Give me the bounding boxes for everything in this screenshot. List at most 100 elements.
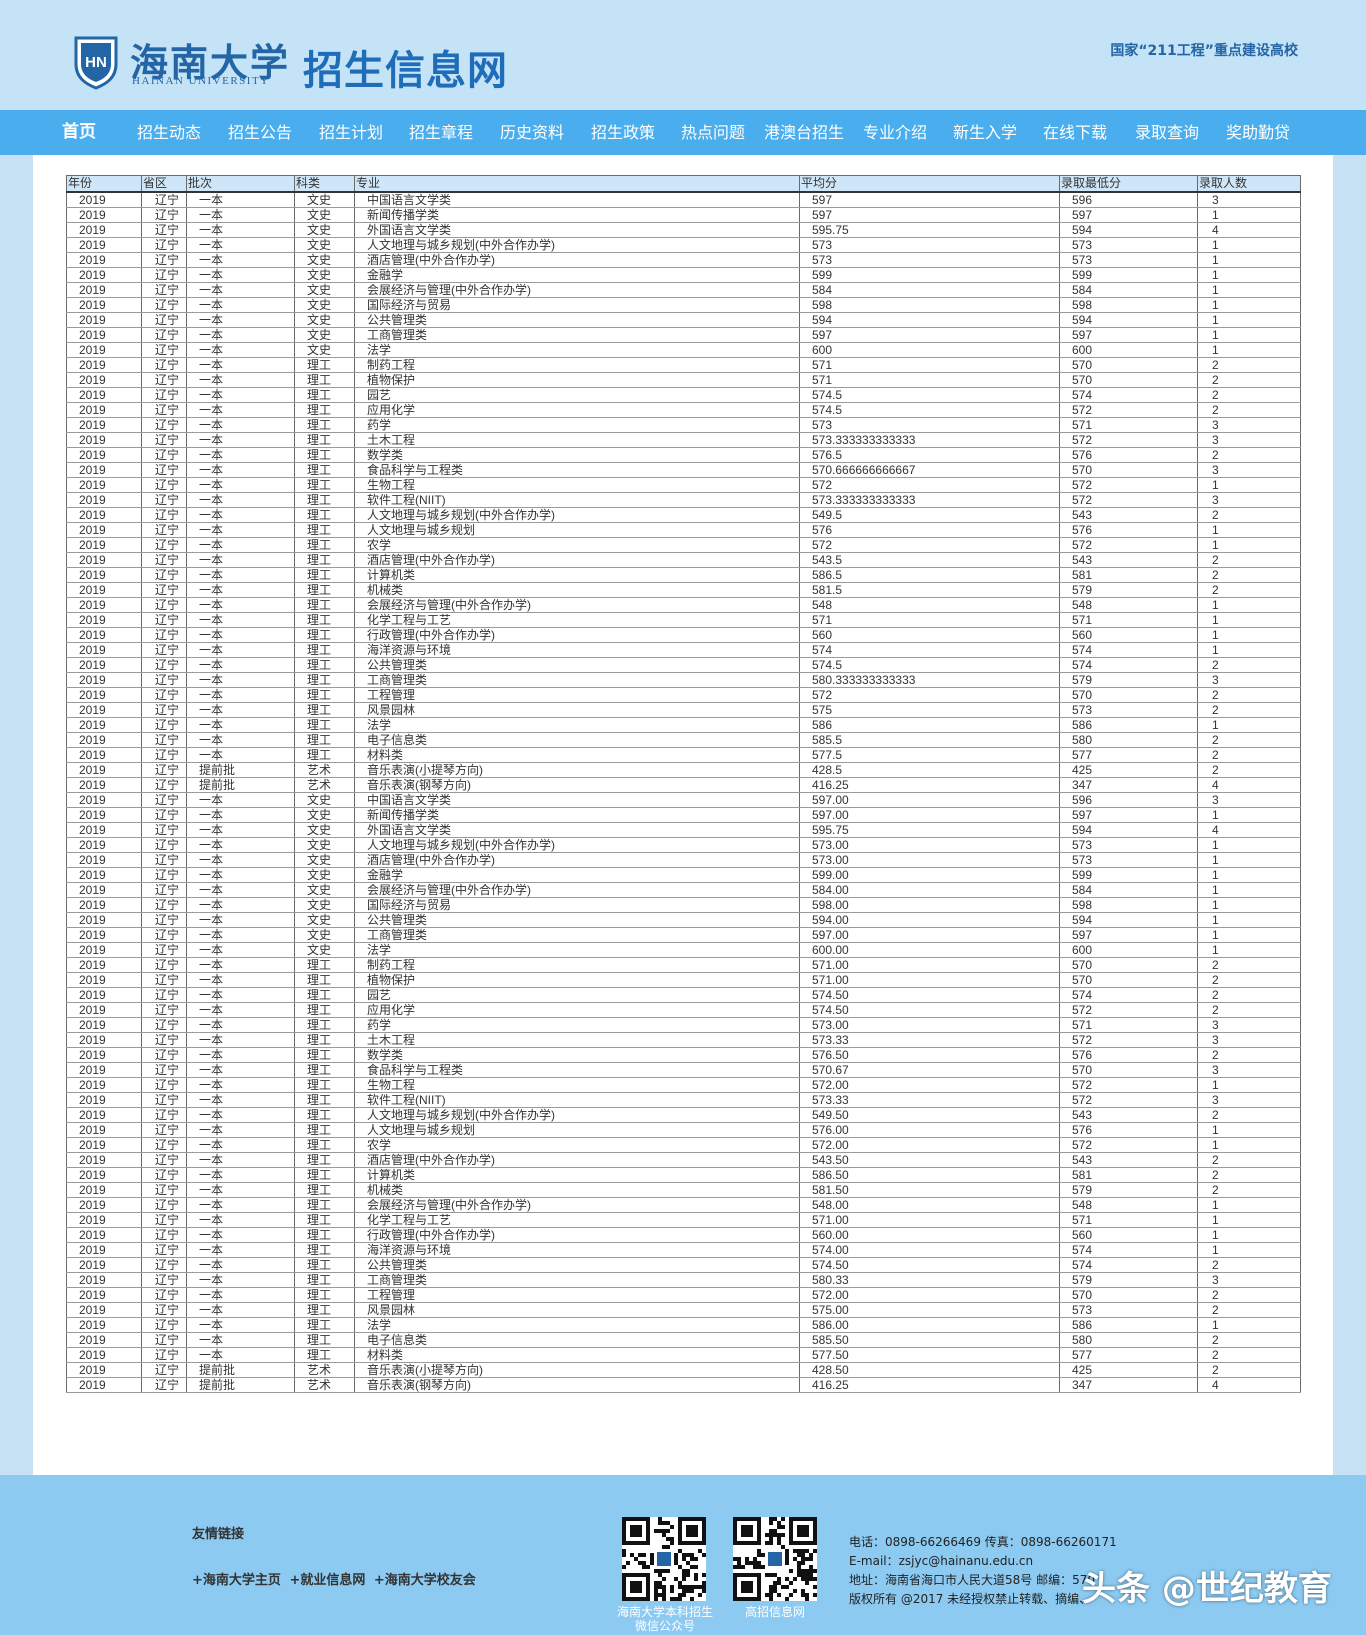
cell-average-score: 574.00 — [799, 1242, 1060, 1258]
cell-major: 人文地理与城乡规划 — [354, 522, 800, 538]
cell-batch: 一本 — [186, 432, 295, 448]
col-header-min-score[interactable]: 录取最低分 — [1059, 175, 1198, 193]
link-employment-info[interactable]: +就业信息网 — [289, 1573, 365, 1588]
cell-average-score: 572.00 — [799, 1137, 1060, 1153]
cell-batch: 一本 — [186, 1257, 295, 1273]
col-header-major[interactable]: 专业 — [354, 175, 800, 193]
nav-admission-plan[interactable]: 招生计划 — [319, 110, 383, 155]
cell-year: 2019 — [66, 402, 142, 418]
university-emblem-icon[interactable]: HN — [72, 34, 120, 90]
cell-year: 2019 — [66, 1287, 142, 1303]
col-header-year[interactable]: 年份 — [66, 175, 142, 193]
cell-category: 理工 — [294, 1347, 355, 1363]
table-row: 2019 辽宁 一本 理工 公共管理类 574.50 574 2 — [66, 1257, 1301, 1273]
nav-home[interactable]: 首页 — [62, 110, 96, 155]
cell-batch: 一本 — [186, 672, 295, 688]
cell-admitted-count: 3 — [1197, 1062, 1301, 1078]
cell-average-score: 597 — [799, 207, 1060, 223]
nav-financial-aid[interactable]: 奖助勤贷 — [1226, 110, 1290, 155]
nav-freshmen[interactable]: 新生入学 — [953, 110, 1017, 155]
contact-info: 电话：0898-66266469 传真：0898-66260171 E-mail… — [849, 1533, 1117, 1609]
cell-year: 2019 — [66, 852, 142, 868]
col-header-batch[interactable]: 批次 — [186, 175, 295, 193]
col-header-province[interactable]: 省区 — [141, 175, 187, 193]
cell-average-score: 586.5 — [799, 567, 1060, 583]
cell-batch: 一本 — [186, 627, 295, 643]
cell-average-score: 576.50 — [799, 1047, 1060, 1063]
cell-category: 理工 — [294, 1152, 355, 1168]
cell-province: 辽宁 — [141, 1242, 187, 1258]
cell-year: 2019 — [66, 747, 142, 763]
cell-batch: 一本 — [186, 1062, 295, 1078]
cell-major: 音乐表演(小提琴方向) — [354, 762, 800, 778]
cell-admitted-count: 2 — [1197, 762, 1301, 778]
cell-category: 文史 — [294, 927, 355, 943]
table-row: 2019 辽宁 一本 文史 金融学 599 599 1 — [66, 267, 1301, 283]
cell-major: 酒店管理(中外合作办学) — [354, 552, 800, 568]
nav-downloads[interactable]: 在线下载 — [1043, 110, 1107, 155]
cell-average-score: 574.50 — [799, 987, 1060, 1003]
col-header-category[interactable]: 科类 — [294, 175, 355, 193]
cell-major: 会展经济与管理(中外合作办学) — [354, 882, 800, 898]
cell-category: 理工 — [294, 657, 355, 673]
cell-average-score: 586.50 — [799, 1167, 1060, 1183]
cell-min-score: 572 — [1059, 1137, 1198, 1153]
table-row: 2019 辽宁 一本 文史 法学 600.00 600 1 — [66, 942, 1301, 958]
nav-admission-news[interactable]: 招生动态 — [137, 110, 201, 155]
cell-min-score: 576 — [1059, 522, 1198, 538]
cell-major: 公共管理类 — [354, 1257, 800, 1273]
col-header-admitted-count[interactable]: 录取人数 — [1197, 175, 1301, 193]
cell-major: 软件工程(NIIT) — [354, 1092, 800, 1108]
cell-min-score: 425 — [1059, 762, 1198, 778]
cell-average-score: 598.00 — [799, 897, 1060, 913]
cell-average-score: 416.25 — [799, 1377, 1060, 1393]
cell-average-score: 571 — [799, 372, 1060, 388]
nav-admission-charter[interactable]: 招生章程 — [409, 110, 473, 155]
link-hainanu-home[interactable]: +海南大学主页 — [192, 1573, 281, 1588]
cell-year: 2019 — [66, 1077, 142, 1093]
cell-province: 辽宁 — [141, 327, 187, 343]
cell-province: 辽宁 — [141, 777, 187, 793]
cell-min-score: 571 — [1059, 612, 1198, 628]
nav-admission-query[interactable]: 录取查询 — [1135, 110, 1199, 155]
cell-major: 软件工程(NIIT) — [354, 492, 800, 508]
cell-province: 辽宁 — [141, 1227, 187, 1243]
cell-category: 理工 — [294, 1197, 355, 1213]
cell-admitted-count: 1 — [1197, 327, 1301, 343]
cell-admitted-count: 4 — [1197, 822, 1301, 838]
cell-category: 文史 — [294, 267, 355, 283]
nav-admission-policy[interactable]: 招生政策 — [591, 110, 655, 155]
cell-category: 文史 — [294, 237, 355, 253]
col-header-average-score[interactable]: 平均分 — [799, 175, 1060, 193]
cell-batch: 一本 — [186, 747, 295, 763]
cell-year: 2019 — [66, 1017, 142, 1033]
cell-min-score: 598 — [1059, 897, 1198, 913]
cell-year: 2019 — [66, 1227, 142, 1243]
link-alumni-association[interactable]: +海南大学校友会 — [374, 1573, 476, 1588]
cell-batch: 一本 — [186, 972, 295, 988]
table-row: 2019 辽宁 一本 文史 酒店管理(中外合作办学) 573.00 573 1 — [66, 852, 1301, 868]
cell-category: 理工 — [294, 462, 355, 478]
cell-category: 理工 — [294, 1302, 355, 1318]
friend-links: +海南大学主页 +就业信息网 +海南大学校友会 — [192, 1569, 480, 1588]
cell-year: 2019 — [66, 1152, 142, 1168]
nav-history-data[interactable]: 历史资料 — [500, 110, 564, 155]
cell-category: 理工 — [294, 1107, 355, 1123]
cell-province: 辽宁 — [141, 957, 187, 973]
nav-hot-questions[interactable]: 热点问题 — [681, 110, 745, 155]
nav-admission-notices[interactable]: 招生公告 — [228, 110, 292, 155]
cell-average-score: 599 — [799, 267, 1060, 283]
cell-admitted-count: 1 — [1197, 1317, 1301, 1333]
nav-major-intro[interactable]: 专业介绍 — [863, 110, 927, 155]
cell-province: 辽宁 — [141, 1302, 187, 1318]
cell-admitted-count: 3 — [1197, 417, 1301, 433]
cell-batch: 一本 — [186, 1167, 295, 1183]
cell-min-score: 577 — [1059, 1347, 1198, 1363]
contact-email[interactable]: E-mail：zsjyc@hainanu.edu.cn — [849, 1552, 1117, 1571]
cell-year: 2019 — [66, 1137, 142, 1153]
cell-major: 电子信息类 — [354, 1332, 800, 1348]
cell-min-score: 573 — [1059, 702, 1198, 718]
cell-min-score: 597 — [1059, 807, 1198, 823]
cell-average-score: 580.333333333333 — [799, 672, 1060, 688]
nav-hk-macao-taiwan[interactable]: 港澳台招生 — [764, 110, 844, 155]
